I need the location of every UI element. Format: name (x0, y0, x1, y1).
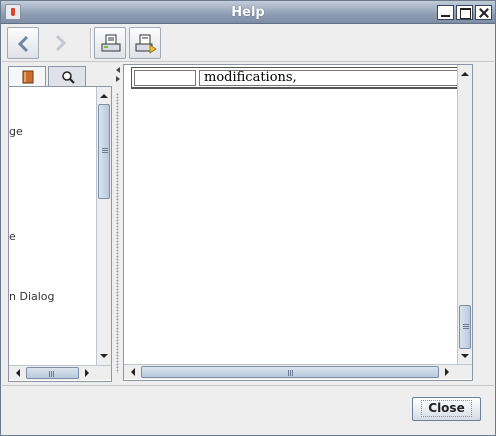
grip-line (102, 148, 108, 149)
arrow-right-icon (445, 368, 449, 376)
grip-line (51, 371, 52, 377)
window-title: Help (231, 5, 265, 20)
scroll-left-button[interactable] (126, 365, 140, 379)
table-cell: modifications, (199, 70, 469, 86)
forward-arrow-icon (55, 34, 67, 52)
tab-contents[interactable] (8, 66, 46, 87)
grip-line (102, 150, 108, 151)
scroll-right-button[interactable] (440, 365, 454, 379)
tab-search[interactable] (48, 66, 86, 86)
collapse-right-icon[interactable] (115, 76, 121, 82)
book-icon (22, 70, 34, 84)
search-icon (62, 71, 75, 84)
navigator-pane: ge e n Dialog (8, 66, 112, 382)
scroll-up-button[interactable] (97, 89, 111, 103)
navigator-tabs (8, 66, 112, 87)
content-viewer[interactable]: modifications, (123, 64, 473, 381)
arrow-down-icon (461, 354, 469, 358)
scroll-right-button[interactable] (80, 366, 94, 380)
grip-line (463, 324, 469, 325)
content-vertical-scrollbar[interactable] (457, 65, 472, 364)
arrow-right-icon (85, 369, 89, 377)
tree-item[interactable]: ge (9, 125, 23, 138)
scroll-down-button[interactable] (458, 349, 472, 363)
navigator-horizontal-scrollbar[interactable] (9, 365, 111, 380)
back-arrow-icon (17, 35, 29, 53)
arrow-up-icon (100, 94, 108, 98)
scroll-left-button[interactable] (11, 366, 25, 380)
print-button[interactable] (94, 27, 126, 59)
grip-line (49, 371, 50, 377)
grip-line (292, 370, 293, 376)
scroll-up-button[interactable] (458, 67, 472, 81)
maximize-button[interactable] (456, 5, 473, 20)
scroll-thumb[interactable] (26, 367, 79, 379)
arrow-down-icon (100, 354, 108, 358)
navigator-vertical-scrollbar[interactable] (96, 87, 111, 365)
content-table: modifications, (131, 67, 471, 89)
split-divider[interactable] (113, 63, 123, 381)
scroll-thumb[interactable] (459, 305, 471, 349)
close-button-label: Close (421, 400, 472, 417)
back-button[interactable] (7, 27, 39, 59)
divider-grip (116, 93, 119, 373)
toolbar-separator (90, 28, 92, 58)
grip-line (53, 371, 54, 377)
tree-item[interactable]: n Dialog (9, 290, 55, 303)
forward-button[interactable] (44, 27, 76, 59)
scroll-down-button[interactable] (97, 349, 111, 363)
grip-line (102, 152, 108, 153)
toolbar (2, 24, 494, 62)
table-cell (134, 70, 196, 86)
content-horizontal-scrollbar[interactable] (124, 364, 472, 379)
title-bar[interactable]: Help (1, 1, 495, 24)
grip-line (290, 370, 291, 376)
help-split-pane: ge e n Dialog modifications, (2, 63, 494, 382)
collapse-left-icon[interactable] (115, 67, 121, 73)
print-icon (101, 34, 121, 52)
page-setup-icon (135, 34, 157, 54)
minimize-button[interactable] (437, 5, 454, 20)
arrow-up-icon (461, 72, 469, 76)
grip-line (463, 328, 469, 329)
grip-line (463, 326, 469, 327)
close-window-button[interactable] (475, 5, 492, 20)
scroll-thumb[interactable] (98, 104, 110, 199)
button-bar: Close (2, 385, 494, 435)
close-button[interactable]: Close (412, 397, 481, 421)
page-setup-button[interactable] (129, 27, 161, 59)
arrow-left-icon (16, 369, 20, 377)
contents-tree[interactable]: ge e n Dialog (8, 86, 112, 382)
arrow-left-icon (131, 368, 135, 376)
tree-item[interactable]: e (9, 230, 16, 243)
help-window: Help ge e n Dialog modifications, Close (0, 0, 496, 436)
grip-line (288, 370, 289, 376)
scroll-thumb[interactable] (141, 366, 439, 378)
